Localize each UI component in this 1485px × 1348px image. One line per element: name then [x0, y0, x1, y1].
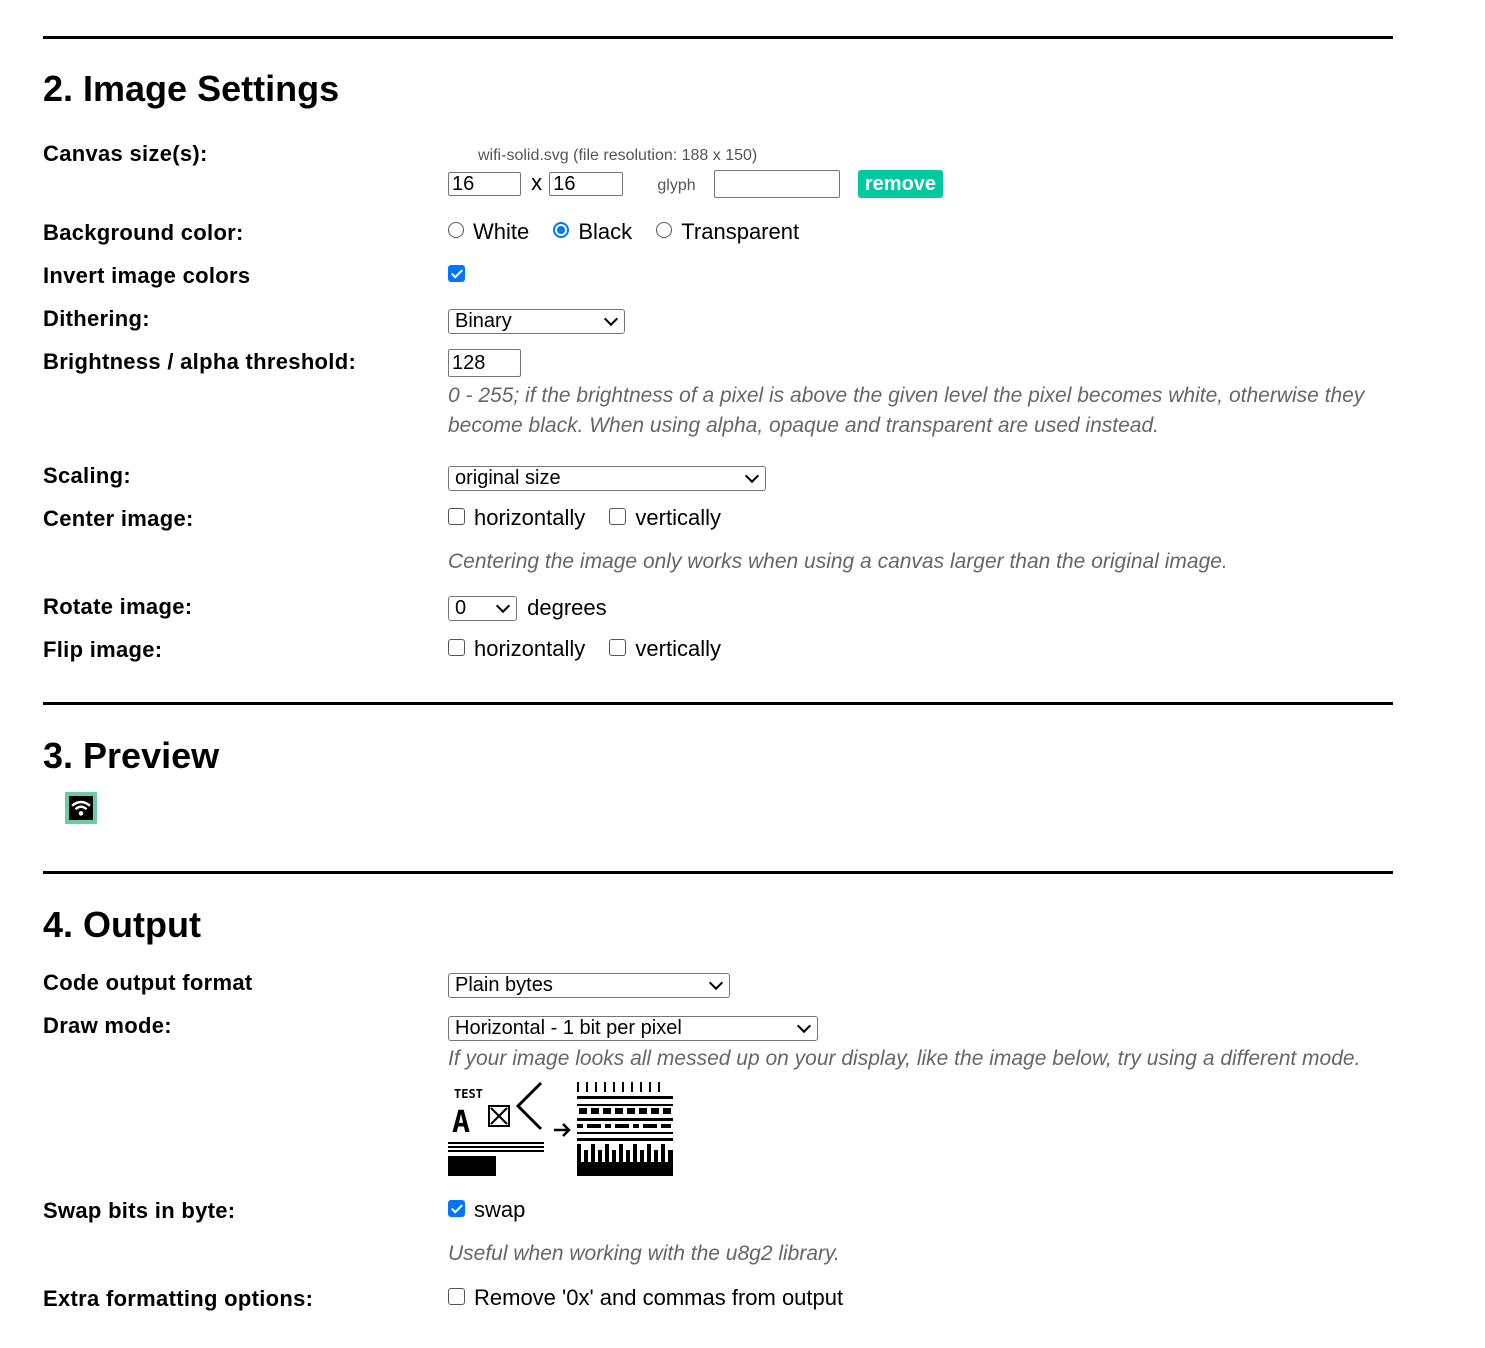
code-output-format-value: Plain bytes: [455, 973, 553, 996]
rotate-unit: degrees: [527, 595, 607, 621]
glyph-input[interactable]: [713, 170, 840, 199]
extra-formatting-control: Remove '0x' and commas from output: [448, 1285, 843, 1311]
chevron-down-icon: [796, 1018, 812, 1033]
preview-canvas: [65, 792, 97, 824]
bg-transparent-radio[interactable]: [656, 222, 673, 239]
code-output-format-label: Code output format: [43, 970, 253, 995]
center-image-note: Centering the image only works when usin…: [448, 550, 1228, 573]
remove-0x-option[interactable]: Remove '0x' and commas from output: [448, 1285, 843, 1310]
dithering-value: Binary: [455, 309, 512, 332]
brightness-note-line-1: 0 - 255; if the brightness of a pixel is…: [448, 384, 1365, 407]
flip-vertical-checkbox[interactable]: [609, 638, 627, 656]
swap-option-label: swap: [474, 1197, 526, 1222]
rotate-image-label: Rotate image:: [43, 594, 193, 619]
rotate-value: 0: [455, 596, 467, 619]
draw-mode-value: Horizontal - 1 bit per pixel: [455, 1016, 682, 1039]
brightness-control: [448, 349, 521, 378]
code-output-format-select[interactable]: Plain bytes: [448, 972, 730, 998]
scaling-label: Scaling:: [43, 463, 131, 488]
remove-0x-checkbox[interactable]: [448, 1287, 465, 1305]
flip-vertical-option[interactable]: vertically: [609, 636, 721, 661]
remove-button[interactable]: remove: [857, 170, 944, 199]
rotate-image-control: 0 degrees: [448, 594, 607, 621]
divider: [43, 871, 1393, 874]
center-horizontal-checkbox[interactable]: [448, 507, 465, 525]
flip-vertical-label: vertically: [635, 636, 721, 661]
dithering-select[interactable]: Binary: [448, 308, 625, 334]
flip-image-label: Flip image:: [43, 637, 163, 662]
example-graphic: TEST A: [448, 1081, 673, 1176]
divider: [43, 702, 1393, 705]
bg-option-transparent[interactable]: Transparent: [656, 219, 799, 244]
remove-0x-label: Remove '0x' and commas from output: [474, 1285, 844, 1310]
bg-transparent-label: Transparent: [681, 219, 800, 244]
bg-black-label: Black: [578, 219, 633, 244]
swap-option[interactable]: swap: [448, 1197, 525, 1222]
divider: [43, 36, 1393, 39]
flip-horizontal-option[interactable]: horizontally: [448, 636, 585, 661]
flip-horizontal-checkbox[interactable]: [448, 638, 465, 656]
canvas-height-input[interactable]: [549, 172, 624, 197]
example-test-label: TEST: [454, 1087, 483, 1101]
bg-option-black[interactable]: Black: [553, 219, 632, 244]
bg-option-white[interactable]: White: [448, 219, 529, 244]
wifi-icon: [69, 796, 93, 820]
flip-image-options: horizontally vertically: [448, 636, 739, 662]
swap-bits-control: swap: [448, 1197, 525, 1223]
glyph-label: glyph: [657, 177, 696, 194]
invert-colors-checkbox[interactable]: [448, 264, 465, 282]
draw-mode-label: Draw mode:: [43, 1013, 172, 1038]
dithering-label: Dithering:: [43, 306, 150, 331]
center-horizontal-label: horizontally: [474, 505, 586, 530]
center-image-options: horizontally vertically: [448, 505, 739, 531]
extra-formatting-label: Extra formatting options:: [43, 1286, 314, 1311]
canvas-x-separator: x: [531, 170, 543, 195]
bg-white-label: White: [473, 219, 530, 244]
draw-mode-example-image: TEST A: [448, 1080, 674, 1176]
rotate-select[interactable]: 0: [448, 595, 517, 621]
brightness-note-line-2: become black. When using alpha, opaque a…: [448, 414, 1159, 437]
brightness-label: Brightness / alpha threshold:: [43, 349, 357, 374]
draw-mode-select[interactable]: Horizontal - 1 bit per pixel: [448, 1015, 818, 1041]
invert-colors-control: [448, 262, 474, 288]
section-title-image-settings: 2. Image Settings: [43, 68, 340, 109]
draw-mode-note: If your image looks all messed up on you…: [448, 1047, 1361, 1070]
center-horizontal-option[interactable]: horizontally: [448, 505, 585, 530]
dithering-control: Binary: [448, 307, 625, 334]
scaling-value: original size: [455, 466, 561, 489]
chevron-down-icon: [603, 311, 619, 326]
swap-bits-note: Useful when working with the u8g2 librar…: [448, 1242, 840, 1265]
scaling-control: original size: [448, 464, 766, 491]
canvas-size-label: Canvas size(s):: [43, 141, 208, 166]
scaling-select[interactable]: original size: [448, 465, 766, 491]
bg-white-radio[interactable]: [448, 222, 464, 239]
section-title-output: 4. Output: [43, 904, 201, 945]
invert-colors-label: Invert image colors: [43, 263, 251, 288]
example-letter: A: [452, 1105, 470, 1140]
draw-mode-control: Horizontal - 1 bit per pixel: [448, 1014, 818, 1041]
canvas-size-row: x glyph remove: [448, 170, 944, 199]
chevron-down-icon: [708, 975, 724, 990]
background-color-label: Background color:: [43, 220, 244, 245]
swap-checkbox[interactable]: [448, 1199, 465, 1217]
center-vertical-option[interactable]: vertically: [609, 505, 721, 530]
center-vertical-checkbox[interactable]: [609, 507, 627, 525]
file-info: wifi-solid.svg (file resolution: 188 x 1…: [478, 147, 758, 164]
swap-bits-label: Swap bits in byte:: [43, 1198, 236, 1223]
section-title-preview: 3. Preview: [43, 735, 220, 776]
chevron-down-icon: [744, 468, 760, 483]
code-output-format-control: Plain bytes: [448, 971, 730, 998]
chevron-down-icon: [495, 598, 511, 613]
center-image-label: Center image:: [43, 506, 194, 531]
bg-black-radio[interactable]: [553, 222, 570, 239]
background-color-options: White Black Transparent: [448, 219, 817, 245]
center-vertical-label: vertically: [635, 505, 721, 530]
canvas-width-input[interactable]: [448, 172, 521, 197]
flip-horizontal-label: horizontally: [474, 636, 586, 661]
brightness-input[interactable]: [448, 349, 521, 378]
